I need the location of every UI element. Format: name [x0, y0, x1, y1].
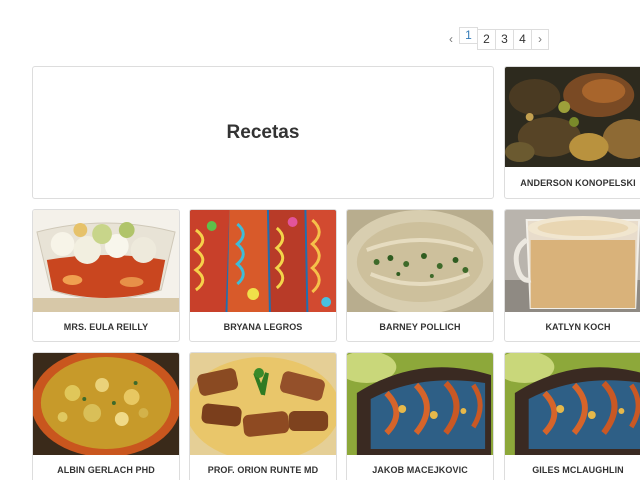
pagination-prev[interactable]: ‹ — [442, 29, 460, 50]
recipe-card[interactable]: BRYANA LEGROS — [189, 209, 337, 342]
recipe-name: GILES MCLAUGHLIN — [532, 465, 624, 475]
pagination-page-4[interactable]: 4 — [513, 29, 532, 50]
meat-stew-photo — [190, 353, 336, 455]
soup-bowl-photo — [33, 353, 179, 455]
pagination: ‹ 1 2 3 4 › — [442, 27, 549, 50]
recipe-name: BRYANA LEGROS — [223, 322, 303, 332]
recipe-card[interactable]: JAKOB MACEJKOVIC — [346, 352, 494, 480]
recipe-card[interactable]: KATLYN KOCH — [504, 209, 640, 342]
pagination-page-3[interactable]: 3 — [495, 29, 514, 50]
recipes-page: ‹ 1 2 3 4 › Recetas ANDERSON KONOPELSKI … — [0, 0, 640, 480]
pagination-next[interactable]: › — [531, 29, 549, 50]
ceviche-glass-photo — [33, 210, 179, 312]
recipe-card[interactable]: BARNEY POLLICH — [346, 209, 494, 342]
recipe-name: JAKOB MACEJKOVIC — [372, 465, 468, 475]
recipe-card[interactable]: PROF. ORION RUNTE MD — [189, 352, 337, 480]
grilled-fish-photo — [505, 353, 640, 455]
recipe-name: PROF. ORION RUNTE MD — [207, 465, 319, 475]
roast-meat-photo — [505, 67, 640, 167]
recipe-name: BARNEY POLLICH — [379, 322, 461, 332]
pagination-page-1[interactable]: 1 — [459, 27, 478, 44]
recipe-card[interactable]: GILES MCLAUGHLIN — [504, 352, 640, 480]
recipe-name: ALBIN GERLACH PHD — [57, 465, 155, 475]
hero-panel: Recetas — [32, 66, 494, 199]
grilled-fish-photo — [347, 353, 493, 455]
pagination-page-2[interactable]: 2 — [477, 29, 496, 50]
recipe-card[interactable]: MRS. EULA REILLY — [32, 209, 180, 342]
coffee-mug-photo — [505, 210, 640, 312]
recipe-name: KATLYN KOCH — [545, 322, 611, 332]
decorated-bread-photo — [190, 210, 336, 312]
hummus-bowl-photo — [347, 210, 493, 312]
recipe-name: ANDERSON KONOPELSKI — [520, 178, 636, 188]
page-title: Recetas — [226, 121, 300, 143]
recipe-card[interactable]: ANDERSON KONOPELSKI — [504, 66, 640, 199]
recipe-name: MRS. EULA REILLY — [63, 322, 149, 332]
recipe-card[interactable]: ALBIN GERLACH PHD — [32, 352, 180, 480]
